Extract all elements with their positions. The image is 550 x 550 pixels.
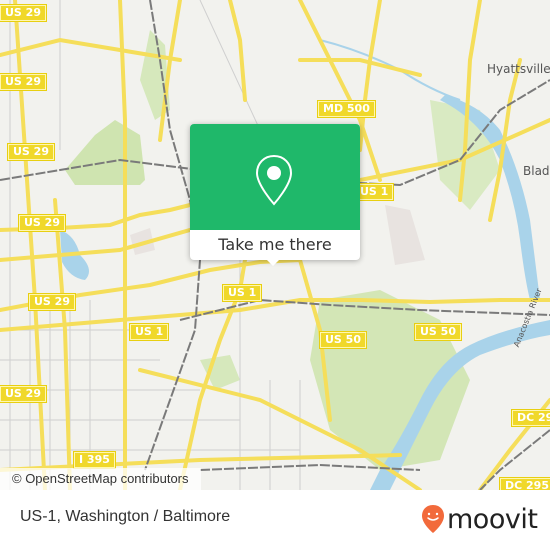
- park-area: [65, 120, 145, 185]
- route-shield-us29: US 29: [0, 385, 47, 403]
- take-me-there-button[interactable]: Take me there: [190, 230, 360, 260]
- place-label-bladensburg: Blad: [523, 164, 550, 178]
- route-shield-i395: I 395: [73, 451, 116, 469]
- route-shield-us1: US 1: [353, 183, 395, 201]
- place-label-hyattsville: Hyattsville: [487, 62, 550, 76]
- map-canvas[interactable]: US 29 US 29 US 29 US 29 US 29 US 29 US 1…: [0, 0, 550, 490]
- route-shield-us1: US 1: [128, 323, 170, 341]
- route-shield-us50: US 50: [319, 331, 367, 349]
- route-shield-us50: US 50: [414, 323, 462, 341]
- location-pin-icon: [255, 154, 293, 206]
- route-shield-md500: MD 500: [317, 100, 376, 118]
- route-shield-us29: US 29: [18, 214, 66, 232]
- moovit-pin-icon: [422, 505, 444, 533]
- route-shield-us1: US 1: [221, 284, 263, 302]
- popup-pointer: [265, 258, 281, 266]
- popup-header: [190, 124, 360, 230]
- location-popup: Take me there: [190, 124, 360, 266]
- route-shield-us29: US 29: [0, 73, 47, 91]
- moovit-wordmark: moovit: [447, 503, 538, 535]
- map-attribution[interactable]: © OpenStreetMap contributors: [0, 468, 201, 490]
- stream: [319, 39, 461, 101]
- route-shield-dc295: DC 295: [499, 477, 550, 490]
- route-shield-us29: US 29: [7, 143, 55, 161]
- moovit-logo[interactable]: moovit: [421, 502, 538, 536]
- industrial-area: [385, 205, 425, 265]
- route-shield-us29: US 29: [0, 4, 47, 22]
- route-shield-us29: US 29: [28, 293, 76, 311]
- line-title: US-1, Washington / Baltimore: [20, 508, 231, 525]
- route-shield-dc295: DC 295: [511, 409, 550, 427]
